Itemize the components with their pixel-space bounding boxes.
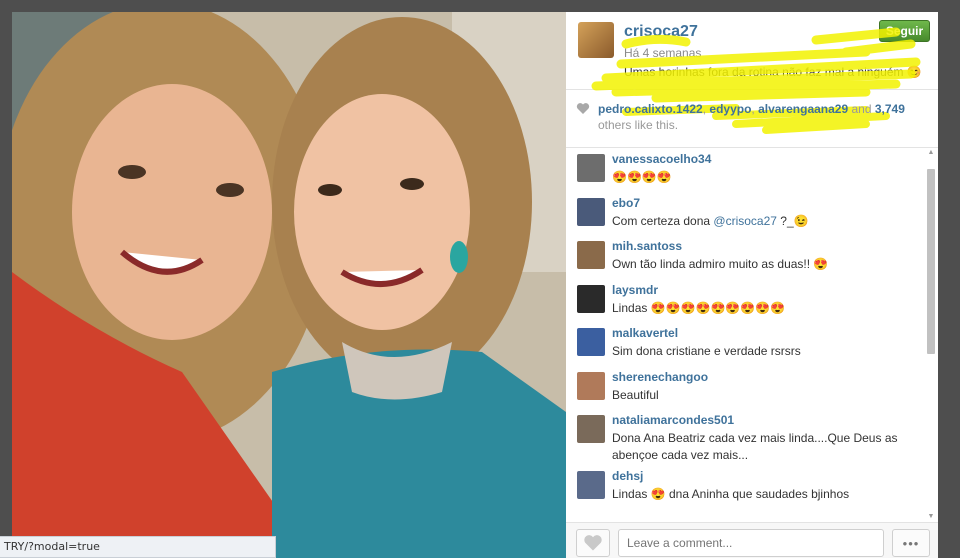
commenter-username[interactable]: ebo7	[612, 196, 640, 210]
scroll-thumb[interactable]	[927, 169, 935, 354]
commenter-username[interactable]: mih.santoss	[612, 239, 682, 253]
likes-text: pedro.calixto.1422, edyypo, alvarengaana…	[598, 102, 905, 132]
likes-summary: pedro.calixto.1422, edyypo, alvarengaana…	[566, 91, 938, 148]
comment-text: 😍😍😍😍	[612, 170, 672, 184]
comment-item: nataliamarcondes501 Dona Ana Beatriz cad…	[566, 410, 924, 466]
comments-scrollbar[interactable]: ▲ ▼	[926, 149, 936, 521]
comment-item: sherenechangoo Beautiful	[566, 367, 924, 411]
scroll-down-arrow-icon[interactable]: ▼	[926, 513, 936, 521]
heart-icon	[576, 103, 590, 114]
comment-text: Lindas 😍😍😍😍😍😍😍😍😍	[612, 300, 786, 315]
liker-link[interactable]: alvarengaana29	[758, 102, 848, 116]
comment-text: Beautiful	[612, 387, 659, 402]
post-caption: Umas horinhas fora da rotina não faz mal…	[624, 65, 922, 79]
post-timestamp[interactable]: Há 4 semanas	[624, 46, 701, 60]
follow-button[interactable]: Seguir	[879, 20, 930, 42]
mention-link[interactable]: @crisoca27	[713, 214, 777, 228]
selfie-image	[12, 12, 566, 558]
commenter-username[interactable]: sherenechangoo	[612, 370, 708, 384]
comment-text: Lindas 😍 dna Aninha que saudades bjinhos	[612, 487, 850, 501]
commenter-username[interactable]: dehsj	[612, 469, 643, 483]
browser-status-bar: TRY/?modal=true	[0, 536, 276, 558]
post-header: crisoca27 Há 4 semanas Umas horinhas for…	[566, 12, 938, 134]
scroll-up-arrow-icon[interactable]: ▲	[926, 149, 936, 157]
comment-item: mih.santoss Own tão linda admiro muito a…	[566, 236, 924, 280]
heart-icon	[584, 535, 602, 551]
comment-item: laysmdr Lindas 😍😍😍😍😍😍😍😍😍	[566, 280, 924, 324]
commenter-avatar[interactable]	[577, 241, 605, 269]
commenter-avatar[interactable]	[577, 197, 605, 226]
comment-text: Dona Ana Beatriz cada vez mais linda....…	[612, 431, 898, 462]
post-photo	[12, 12, 566, 558]
comment-text: Own tão linda admiro muito as duas!! 😍	[612, 257, 829, 271]
commenter-avatar[interactable]	[577, 471, 605, 499]
commenter-avatar[interactable]	[577, 154, 605, 182]
commenter-username[interactable]: laysmdr	[612, 283, 658, 297]
commenter-avatar[interactable]	[577, 371, 605, 400]
commenter-avatar[interactable]	[577, 328, 605, 356]
author-username[interactable]: crisoca27	[624, 23, 698, 41]
commenter-avatar[interactable]	[577, 284, 605, 313]
liker-link[interactable]: pedro.calixto.1422	[598, 102, 703, 116]
post-detail-panel: crisoca27 Há 4 semanas Umas horinhas for…	[566, 12, 938, 558]
author-avatar[interactable]	[578, 22, 614, 58]
more-options-button[interactable]: •••	[892, 529, 930, 557]
comment-item: malkavertel Sim dona cristiane e verdade…	[566, 323, 924, 367]
comments-list[interactable]: vanessacoelho34 😍😍😍😍 ebo7 Com certeza do…	[566, 149, 924, 521]
likes-suffix: others like this.	[598, 118, 679, 132]
comment-text: Sim dona cristiane e verdade rsrsrs	[612, 344, 801, 358]
likes-count-link[interactable]: 3,749	[875, 102, 905, 116]
comment-item: vanessacoelho34 😍😍😍😍	[566, 149, 924, 193]
commenter-username[interactable]: nataliamarcondes501	[612, 413, 734, 427]
like-button[interactable]	[576, 529, 610, 557]
commenter-avatar[interactable]	[577, 415, 605, 443]
comment-input[interactable]	[618, 529, 884, 557]
commenter-username[interactable]: vanessacoelho34	[612, 152, 711, 166]
comment-item: ebo7 Com certeza dona @crisoca27 ?_😉	[566, 193, 924, 237]
liker-link[interactable]: edyypo	[709, 102, 751, 116]
comment-footer: •••	[566, 522, 938, 558]
comment-item: dehsj Lindas 😍 dna Aninha que saudades b…	[566, 466, 924, 510]
comment-text: Com certeza dona @crisoca27 ?_😉	[612, 213, 809, 228]
commenter-username[interactable]: malkavertel	[612, 326, 678, 340]
